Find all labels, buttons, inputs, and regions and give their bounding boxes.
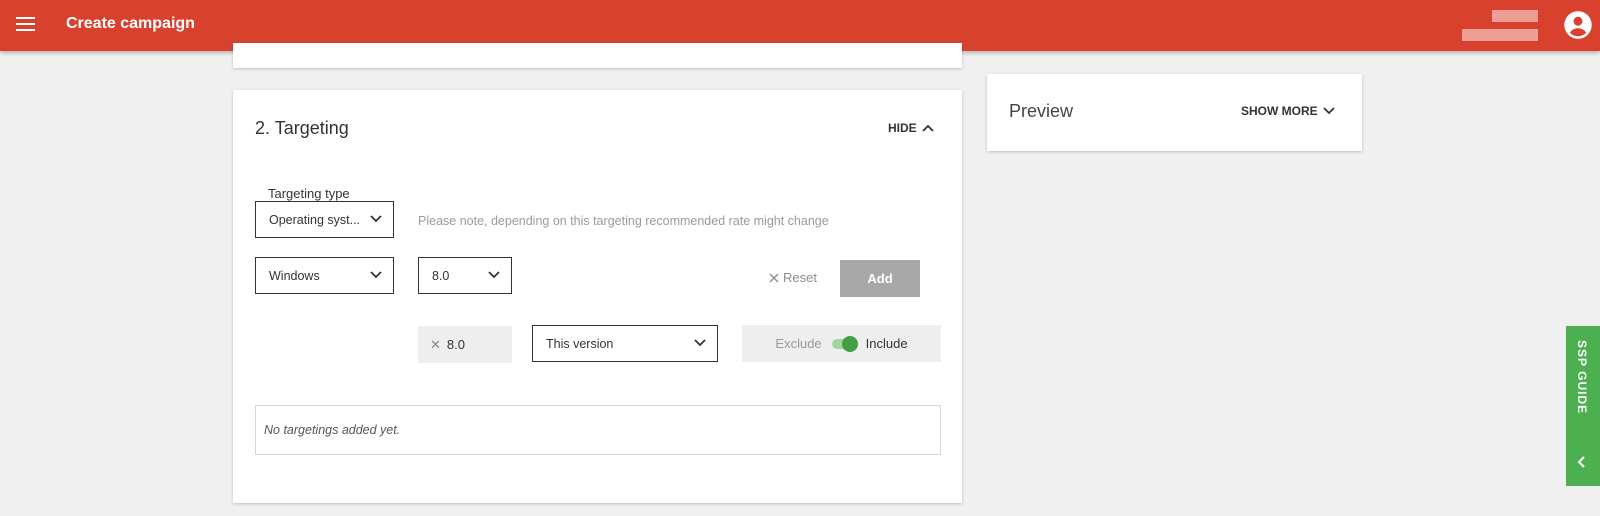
- ssp-guide-label: SSP GUIDE: [1575, 340, 1589, 415]
- version-mode-value: This version: [546, 336, 614, 351]
- reset-label: Reset: [783, 270, 817, 285]
- chevron-down-icon: [370, 271, 382, 279]
- empty-message: No targetings added yet.: [264, 423, 401, 437]
- os-value: Windows: [269, 268, 320, 283]
- chevron-down-icon: [1323, 107, 1335, 115]
- menu-icon[interactable]: [16, 17, 35, 33]
- hide-button[interactable]: HIDE: [888, 121, 934, 135]
- selected-version-chip: ✕ 8.0: [418, 326, 512, 363]
- page-title: Create campaign: [66, 15, 195, 32]
- include-exclude-switch: Exclude Include: [742, 325, 941, 362]
- targetings-list: No targetings added yet.: [255, 405, 941, 455]
- targeting-type-value: Operating syst...: [269, 212, 361, 227]
- reset-button[interactable]: Reset: [769, 270, 817, 285]
- chevron-left-icon: [1577, 456, 1585, 468]
- version-mode-select[interactable]: This version: [532, 325, 718, 362]
- user-info: [1462, 9, 1538, 41]
- exclude-label: Exclude: [775, 336, 822, 351]
- toggle-knob: [841, 335, 858, 352]
- chevron-down-icon: [694, 339, 706, 347]
- user-email-redacted: [1462, 29, 1538, 41]
- targeting-type-label: Targeting type: [268, 186, 350, 201]
- close-icon: [769, 273, 779, 282]
- ssp-guide-tab[interactable]: SSP GUIDE: [1566, 326, 1600, 486]
- chevron-down-icon: [370, 215, 382, 223]
- include-label: Include: [865, 336, 908, 351]
- preview-card: Preview SHOW MORE: [987, 74, 1362, 151]
- targeting-card: 2. Targeting HIDE Targeting type Operati…: [233, 90, 962, 503]
- chevron-down-icon: [488, 271, 500, 279]
- add-button[interactable]: Add: [840, 260, 920, 297]
- hide-label: HIDE: [888, 121, 917, 135]
- show-more-button[interactable]: SHOW MORE: [1241, 104, 1335, 118]
- remove-chip-icon[interactable]: ✕: [430, 337, 441, 353]
- targeting-type-select[interactable]: Operating syst...: [255, 201, 394, 238]
- section-title: 2. Targeting: [255, 118, 349, 138]
- include-toggle[interactable]: [831, 335, 858, 352]
- version-value: 8.0: [432, 268, 450, 283]
- account-circle-icon[interactable]: [1563, 10, 1593, 40]
- preview-title: Preview: [1009, 101, 1074, 121]
- show-more-label: SHOW MORE: [1241, 104, 1318, 118]
- chevron-up-icon: [922, 124, 934, 132]
- rate-change-note: Please note, depending on this targeting…: [418, 214, 829, 228]
- previous-section-card: [233, 43, 962, 68]
- chip-value: 8.0: [446, 337, 465, 352]
- version-select[interactable]: 8.0: [418, 257, 512, 294]
- os-select[interactable]: Windows: [255, 257, 394, 294]
- user-name-redacted: [1492, 10, 1538, 22]
